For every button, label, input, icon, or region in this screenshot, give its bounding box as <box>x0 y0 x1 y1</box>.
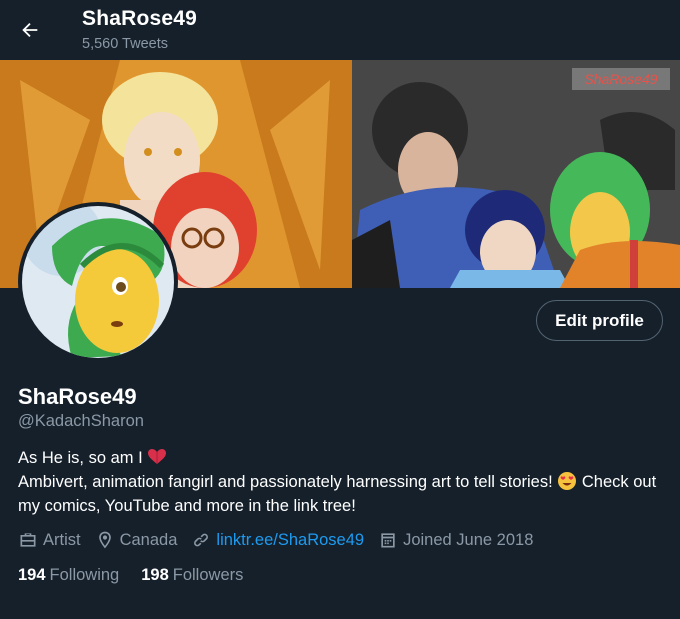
tweet-count: 5,560 Tweets <box>82 36 168 52</box>
followers-link[interactable]: 198 Followers <box>141 566 243 585</box>
location-label: Canada <box>119 530 178 549</box>
joined-item: Joined June 2018 <box>378 530 533 550</box>
top-bar: ShaRose49 5,560 Tweets <box>0 0 680 60</box>
profile-avatar[interactable] <box>18 202 178 362</box>
follow-stats: 194 Following 198 Followers <box>18 566 265 585</box>
arrow-left-icon <box>22 22 38 38</box>
followers-count: 198 <box>141 566 169 584</box>
avatar-artwork <box>22 206 174 358</box>
banner-watermark: ShaRose49 <box>584 71 657 87</box>
following-count: 194 <box>18 566 46 584</box>
location-item: Canada <box>95 530 178 550</box>
calendar-icon <box>381 533 395 548</box>
profession-item: Artist <box>18 530 81 550</box>
back-button[interactable] <box>14 14 46 46</box>
edit-profile-button[interactable]: Edit profile <box>536 300 663 341</box>
profile-bio: As He is, so am I Ambivert, animation fa… <box>18 446 668 518</box>
heart-eyes-emoji <box>558 472 577 490</box>
bio-line-2: Ambivert, animation fangirl and passiona… <box>18 473 553 491</box>
profile-meta: Artist Canada linktr.ee/ShaRose49 Joined… <box>18 528 547 552</box>
location-pin-icon <box>98 531 111 549</box>
following-label: Following <box>49 566 120 584</box>
link-icon <box>194 533 209 547</box>
user-handle: @KadachSharon <box>18 412 144 430</box>
website-link[interactable]: linktr.ee/ShaRose49 <box>216 531 364 550</box>
followers-label: Followers <box>172 566 244 584</box>
joined-label: Joined June 2018 <box>403 530 534 549</box>
heart-icon <box>148 449 167 464</box>
header-title: ShaRose49 <box>82 7 198 30</box>
profession-label: Artist <box>43 530 81 549</box>
display-name: ShaRose49 <box>18 384 137 409</box>
bio-line-1: As He is, so am I <box>18 449 143 467</box>
website-item[interactable]: linktr.ee/ShaRose49 <box>191 530 364 550</box>
following-link[interactable]: 194 Following <box>18 566 119 585</box>
briefcase-icon <box>20 533 36 547</box>
